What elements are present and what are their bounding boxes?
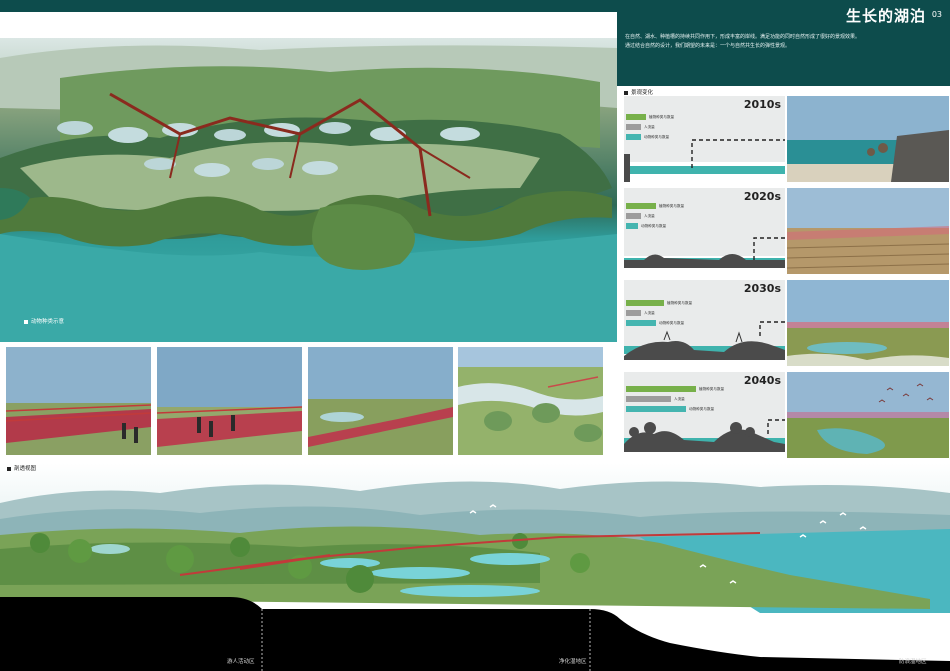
section-sketch-2010s — [624, 139, 785, 182]
render-boardwalk-2 — [157, 347, 302, 455]
aerial-plan-image — [0, 45, 617, 342]
photo-2010s — [787, 96, 949, 182]
title-panel: 生长的湖泊 03 在自然、湖水、种植槽的持续共同作用下，形成丰富的岸线。满足功能… — [617, 0, 950, 86]
page-title: 生长的湖泊 — [845, 7, 926, 25]
intro-line-1: 在自然、湖水、种植槽的持续共同作用下，形成丰富的岸线。满足功能的同时自然形成了很… — [625, 34, 861, 40]
render-boardwalk-3-image — [308, 347, 453, 455]
render-boardwalk-1-image — [6, 347, 151, 455]
change-row-2020s: 2020s 植物种类与数量 人流量 动物种类与数量 — [621, 185, 950, 277]
diagram-2030s: 2030s 植物种类与数量 人流量 动物种类与数量 — [624, 280, 785, 366]
photo-2020s-image — [787, 188, 949, 274]
diagram-2040s: 2040s 植物种类与数量 人流量 动物种类与数量 — [624, 372, 785, 458]
intro-line-2: 通过结合自然的设计，我们期望的未来是：一个与自然共生长的弹性景观。 — [625, 43, 791, 49]
render-boardwalk-1 — [6, 347, 151, 455]
intro-text: 在自然、湖水、种植槽的持续共同作用下，形成丰富的岸线。满足功能的同时自然形成了很… — [625, 33, 945, 51]
photo-2030s — [787, 280, 949, 366]
section-sketch-2030s — [624, 321, 785, 366]
zone-label-breakwater: 防浪湿地区 — [899, 659, 927, 665]
render-planting-pods — [458, 347, 603, 455]
render-boardwalk-2-image — [157, 347, 302, 455]
section-label: 剖透视图 — [7, 464, 36, 472]
photo-2030s-image — [787, 280, 949, 366]
section-perspective-image — [0, 463, 950, 671]
change-row-2010s: 2010s 植物种类与数量 人流量 动物种类与数量 — [621, 93, 950, 185]
zone-label-purification: 净化湿地区 — [559, 659, 587, 665]
section-sketch-2020s — [624, 237, 785, 274]
change-row-2040s: 2040s 植物种类与数量 人流量 动物种类与数量 — [621, 369, 950, 461]
photo-2040s — [787, 372, 949, 458]
diagram-2020s: 2020s 植物种类与数量 人流量 动物种类与数量 — [624, 188, 785, 274]
section-sketch-2040s — [624, 419, 785, 458]
landscape-change-panel: 景观变化 2010s 植物种类与数量 人流量 动物种类与数量 2020s 植物种… — [621, 86, 950, 462]
change-row-2030s: 2030s 植物种类与数量 人流量 动物种类与数量 — [621, 277, 950, 369]
header-white-strip — [0, 12, 617, 38]
section-perspective: 剖透视图 游人活动区 净化湿地区 防浪湿地区 — [0, 463, 950, 671]
render-planting-pods-image — [458, 347, 603, 455]
diagram-2010s: 2010s 植物种类与数量 人流量 动物种类与数量 — [624, 96, 785, 182]
render-boardwalk-3 — [308, 347, 453, 455]
aerial-plan-render: 动物种类示意 — [0, 38, 617, 342]
zone-label-visitor: 游人活动区 — [227, 659, 255, 665]
photo-2040s-image — [787, 372, 949, 458]
page-number: 03 — [931, 10, 942, 19]
photo-2020s — [787, 188, 949, 274]
species-legend-label: 动物种类示意 — [24, 317, 64, 325]
photo-2010s-image — [787, 96, 949, 182]
